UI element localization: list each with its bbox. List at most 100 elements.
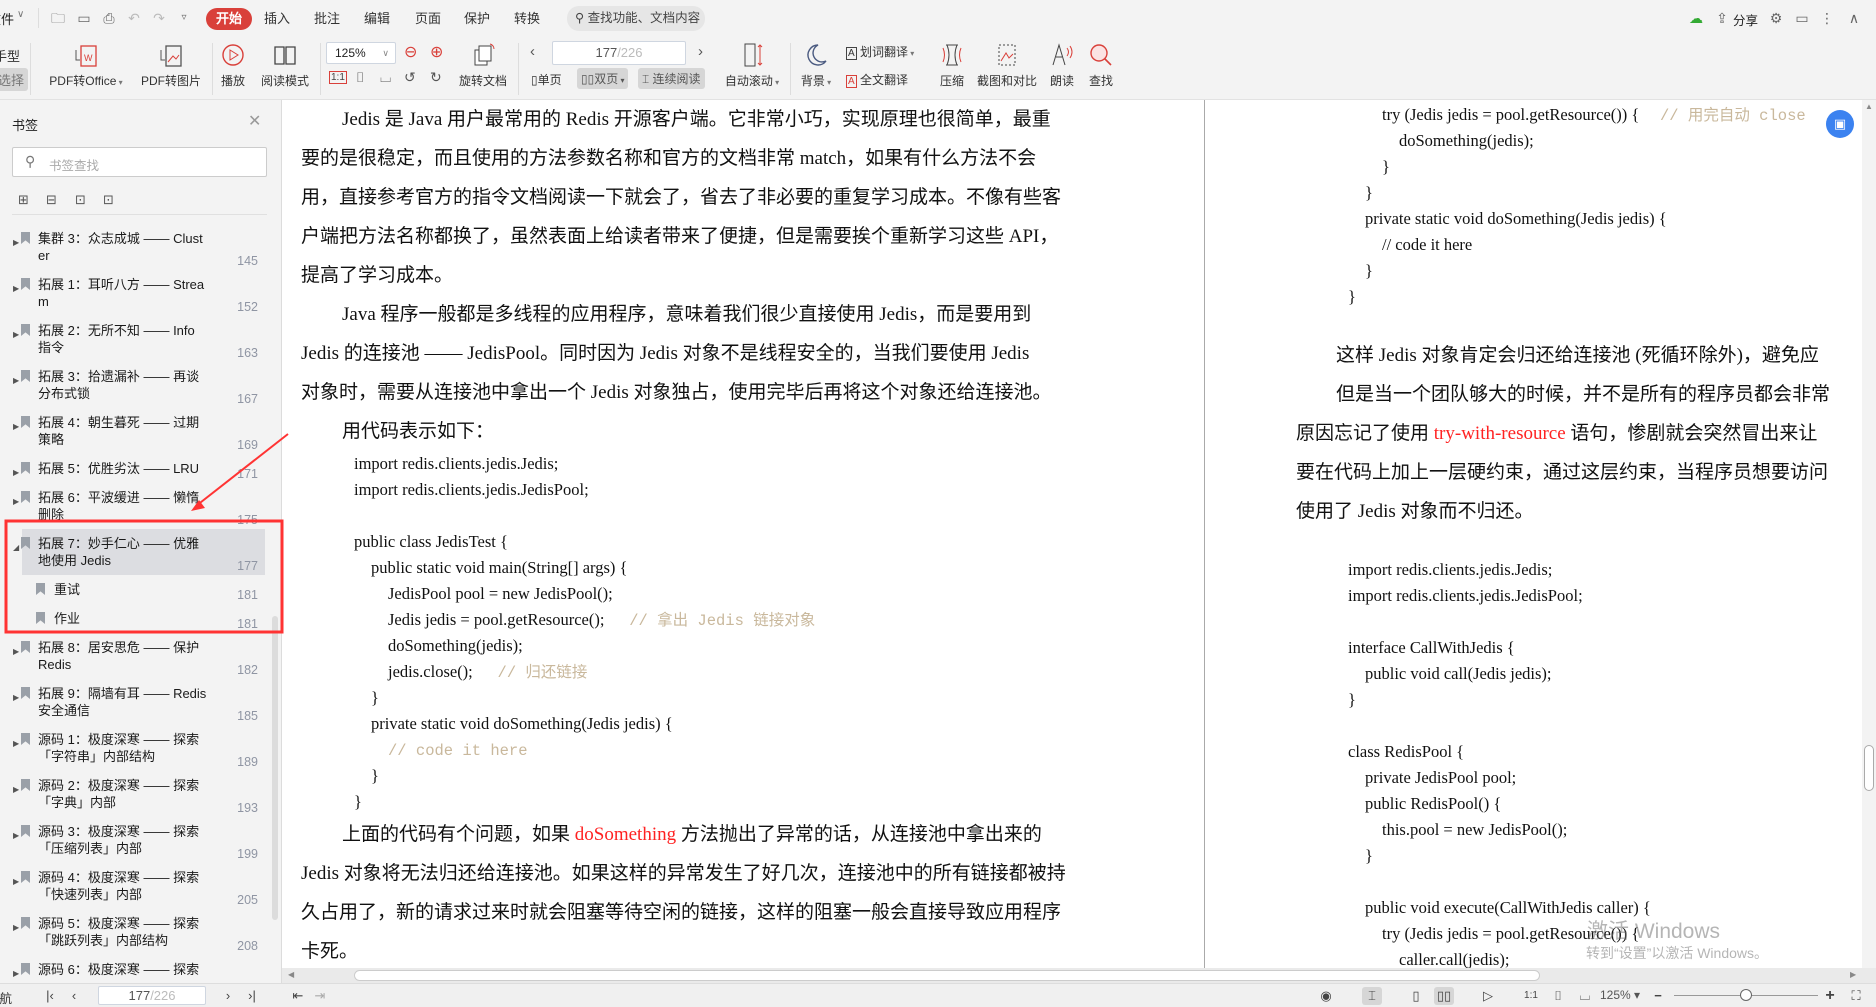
word-translate-button[interactable]: A 划词翻译 ▾: [846, 43, 914, 60]
continuous-read-button[interactable]: ⌶ 连续阅读: [638, 68, 705, 89]
rotate-left-icon[interactable]: ↺: [404, 69, 416, 86]
bookmark-item[interactable]: ▶拓展 6：平波缓进 —— 懒惰删除175: [0, 483, 270, 529]
more-icon[interactable]: ⋮: [1819, 10, 1835, 26]
print-icon[interactable]: ⎙: [101, 10, 117, 26]
feature-search-input[interactable]: ⚲ 查找功能、文档内容: [567, 6, 705, 31]
collapsed-arrow-icon[interactable]: ▶: [13, 234, 19, 251]
screenshot-compare-button[interactable]: 截图和对比: [976, 42, 1038, 89]
bookmark-item[interactable]: ▶源码 4：极度深寒 —— 探索「快速列表」内部205: [0, 863, 270, 909]
remove-bookmark-icon[interactable]: ⊡: [103, 192, 114, 208]
scroll-up-icon[interactable]: ▲: [1865, 102, 1873, 111]
chevron-down-icon[interactable]: ∨: [17, 9, 24, 20]
collapsed-arrow-icon[interactable]: ▶: [13, 827, 19, 844]
first-page-icon[interactable]: |‹: [40, 987, 60, 1005]
collapsed-arrow-icon[interactable]: ▶: [13, 418, 19, 435]
rotate-right-icon[interactable]: ↻: [430, 69, 442, 86]
close-icon[interactable]: ✕: [248, 111, 261, 131]
fit-width-icon[interactable]: ⌴: [380, 69, 391, 86]
double-page-mode-icon[interactable]: ▯▯: [1434, 987, 1454, 1005]
auto-scroll-button[interactable]: 自动滚动 ▾: [722, 42, 782, 89]
pdf-to-image-button[interactable]: PDF转图片: [136, 42, 206, 89]
rotate-document-button[interactable]: 旋转文档: [456, 42, 510, 89]
double-page-button[interactable]: ▯▯双页 ▾: [577, 68, 628, 89]
fit-width-icon[interactable]: ⌴: [1575, 987, 1595, 1005]
collapsed-arrow-icon[interactable]: ▶: [13, 493, 19, 510]
collapsed-arrow-icon[interactable]: ▶: [13, 464, 19, 481]
tab-protect[interactable]: 保护: [458, 8, 496, 30]
collapsed-arrow-icon[interactable]: ▶: [13, 643, 19, 660]
expanded-arrow-icon[interactable]: ◢: [13, 539, 19, 556]
floating-tool-button[interactable]: ▣: [1826, 110, 1854, 138]
bookmark-item[interactable]: 作业181: [0, 604, 270, 633]
continuous-mode-icon[interactable]: ⌶: [1362, 987, 1382, 1005]
collapsed-arrow-icon[interactable]: ▶: [13, 689, 19, 706]
gear-icon[interactable]: ⚙: [1768, 10, 1784, 26]
redo-icon[interactable]: ↷: [151, 10, 167, 26]
bookmark-item[interactable]: ▶拓展 5：优胜劣汰 —— LRU171: [0, 454, 270, 483]
bookmark-item[interactable]: ▶拓展 1：耳听八方 —— Stream152: [0, 270, 270, 316]
bookmark-item[interactable]: ▶拓展 2：无所不知 —— Info指令163: [0, 316, 270, 362]
zoom-out-icon[interactable]: ⊖: [404, 42, 417, 62]
bookmark-item[interactable]: ▶源码 3：极度深寒 —— 探索「压缩列表」内部199: [0, 817, 270, 863]
tab-convert[interactable]: 转换: [508, 8, 546, 30]
collapsed-arrow-icon[interactable]: ▶: [13, 326, 19, 343]
back-icon[interactable]: ⇤: [288, 987, 308, 1005]
zoom-slider[interactable]: [1674, 995, 1818, 996]
previous-page-icon[interactable]: ‹: [530, 43, 535, 60]
tab-page[interactable]: 页面: [409, 8, 447, 30]
bookmark-item[interactable]: ▶拓展 3：拾遗漏补 —— 再谈分布式锁167: [0, 362, 270, 408]
bookmark-item[interactable]: ▶源码 6：极度深寒 —— 探索: [0, 955, 270, 983]
cloud-sync-icon[interactable]: ☁: [1688, 10, 1704, 26]
scroll-left-icon[interactable]: ◀: [288, 970, 294, 979]
next-page-icon[interactable]: ›: [698, 43, 703, 60]
bookmark-item[interactable]: ▶拓展 4：朝生暮死 —— 过期策略169: [0, 408, 270, 454]
tab-edit[interactable]: 编辑: [358, 8, 396, 30]
open-folder-icon[interactable]: 🗀: [50, 10, 66, 26]
message-icon[interactable]: ▭: [1794, 10, 1810, 26]
bookmark-search-input[interactable]: ⚲ 书签查找: [12, 147, 267, 177]
background-button[interactable]: 背景 ▾: [798, 42, 834, 89]
select-tool-button[interactable]: 选择: [0, 68, 28, 91]
bookmark-item[interactable]: ▶源码 1：极度深寒 —— 探索「字符串」内部结构189: [0, 725, 270, 771]
add-bookmark-icon[interactable]: ⊡: [75, 192, 86, 208]
collapsed-arrow-icon[interactable]: ▶: [13, 372, 19, 389]
tab-insert[interactable]: 插入: [258, 8, 296, 30]
read-aloud-button[interactable]: 朗读: [1046, 42, 1078, 89]
collapsed-arrow-icon[interactable]: ▶: [13, 735, 19, 752]
single-page-button[interactable]: ▯单页: [528, 69, 565, 90]
play-icon[interactable]: ▷: [1478, 987, 1498, 1005]
collapse-ribbon-icon[interactable]: ∧: [1846, 10, 1862, 26]
collapsed-arrow-icon[interactable]: ▶: [13, 965, 19, 982]
find-button[interactable]: 查找: [1086, 42, 1116, 89]
read-mode-button[interactable]: 阅读模式: [258, 42, 312, 89]
last-page-icon[interactable]: ›|: [242, 987, 262, 1005]
collapse-all-icon[interactable]: ⊟: [46, 192, 57, 208]
expand-all-icon[interactable]: ⊞: [18, 192, 29, 208]
pdf-to-office-button[interactable]: W PDF转Office ▾: [44, 42, 128, 89]
actual-size-icon[interactable]: 1:1: [1521, 987, 1541, 1005]
collapsed-arrow-icon[interactable]: ▶: [13, 919, 19, 936]
status-page-input[interactable]: 177/226: [98, 986, 206, 1005]
single-page-mode-icon[interactable]: ▯: [1406, 987, 1426, 1005]
fit-page-icon[interactable]: ⌷: [356, 69, 364, 86]
zoom-level-select[interactable]: 125% ▾: [1600, 988, 1640, 1002]
undo-icon[interactable]: ↶: [126, 10, 142, 26]
vertical-scrollbar[interactable]: ▲: [1862, 100, 1876, 968]
zoom-out-icon[interactable]: −: [1648, 987, 1668, 1005]
share-button[interactable]: 分享: [1733, 10, 1758, 29]
compress-button[interactable]: 压缩: [938, 42, 966, 89]
bookmark-item[interactable]: 重试181: [0, 575, 270, 604]
collapsed-arrow-icon[interactable]: ▶: [13, 280, 19, 297]
bookmark-item[interactable]: ▶源码 2：极度深寒 —— 探索「字典」内部193: [0, 771, 270, 817]
horizontal-scroll-thumb[interactable]: [354, 970, 1540, 981]
actual-size-icon[interactable]: 1:1: [329, 71, 347, 84]
scroll-right-icon[interactable]: ▶: [1850, 970, 1856, 979]
zoom-slider-thumb[interactable]: [1740, 989, 1752, 1001]
collapsed-arrow-icon[interactable]: ▶: [13, 781, 19, 798]
zoom-in-icon[interactable]: ⊕: [430, 42, 443, 62]
fit-page-icon[interactable]: ⌷: [1548, 987, 1568, 1005]
file-menu[interactable]: 文件: [0, 9, 14, 28]
previous-page-icon[interactable]: ‹: [64, 987, 84, 1005]
forward-icon[interactable]: ⇥: [310, 987, 330, 1005]
full-translate-button[interactable]: A 全文翻译: [846, 71, 908, 88]
